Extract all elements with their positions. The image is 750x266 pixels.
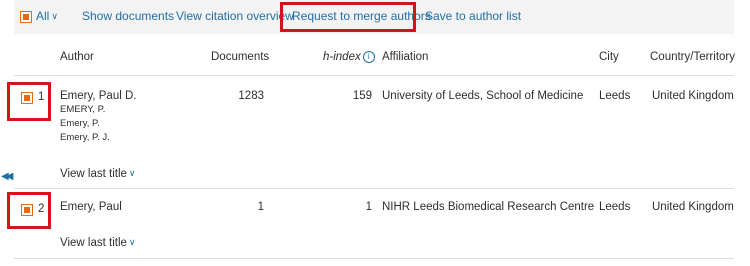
author-name[interactable]: Emery, Paul D. [60, 90, 136, 102]
column-header-author[interactable]: Author [60, 51, 94, 63]
chevron-down-icon: ∨ [128, 237, 136, 247]
column-header-affiliation[interactable]: Affiliation [382, 51, 428, 63]
city: Leeds [599, 90, 631, 102]
column-header-city[interactable]: City [599, 51, 619, 63]
author-name[interactable]: Emery, Paul [60, 201, 122, 213]
row-checkbox-1[interactable] [21, 92, 33, 104]
select-all-label: All [36, 9, 50, 23]
author-name-variant: Emery, P. [60, 118, 100, 129]
row-number: 2 [38, 203, 45, 215]
view-citation-overview-link[interactable]: View citation overview [176, 9, 294, 23]
request-merge-authors-link[interactable]: Request to merge authors [292, 9, 431, 23]
documents-count[interactable]: 1 [200, 201, 264, 213]
row-divider [14, 258, 734, 259]
checkbox-fill [24, 207, 30, 213]
select-all-checkbox[interactable] [20, 11, 32, 23]
save-to-author-list-link[interactable]: Save to author list [425, 9, 521, 23]
documents-count[interactable]: 1283 [200, 90, 264, 102]
chevron-down-icon: ∨ [51, 11, 58, 21]
author-name-variant: EMERY, P. [60, 104, 106, 115]
column-header-country[interactable]: Country/Territory [650, 51, 735, 63]
country: United Kingdom [652, 90, 734, 102]
checkbox-fill [24, 95, 30, 101]
show-documents-link[interactable]: Show documents [82, 9, 174, 23]
view-last-title-toggle[interactable]: View last title ∨ [60, 237, 136, 249]
row-number: 1 [38, 91, 45, 103]
results-toolbar: All ∨ Show documents View citation overvi… [14, 0, 734, 34]
h-index-label: h-index [323, 51, 361, 64]
info-icon[interactable]: i [362, 51, 375, 63]
h-index-value: 1 [365, 201, 372, 213]
view-last-title-label: View last title [60, 168, 127, 180]
affiliation: University of Leeds, School of Medicine [382, 90, 584, 102]
column-header-h-index[interactable]: h-index i [323, 51, 375, 63]
author-name-variant: Emery, P. J. [60, 132, 110, 143]
column-header-documents[interactable]: Documents [211, 51, 269, 63]
view-last-title-label: View last title [60, 237, 127, 249]
row-checkbox-2[interactable] [21, 204, 33, 216]
header-divider [14, 75, 734, 76]
select-all-dropdown[interactable]: All ∨ [36, 9, 58, 23]
chevron-down-icon: ∨ [128, 168, 136, 178]
checkbox-fill [23, 14, 29, 20]
affiliation: NIHR Leeds Biomedical Research Centre [382, 201, 595, 213]
h-index-value: 159 [352, 90, 372, 102]
row-divider [14, 188, 734, 189]
country: United Kingdom [652, 201, 734, 213]
city: Leeds [599, 201, 631, 213]
view-last-title-toggle[interactable]: View last title ∨ [60, 168, 136, 180]
double-chevron-left-icon[interactable]: ◀◀ [1, 171, 14, 182]
